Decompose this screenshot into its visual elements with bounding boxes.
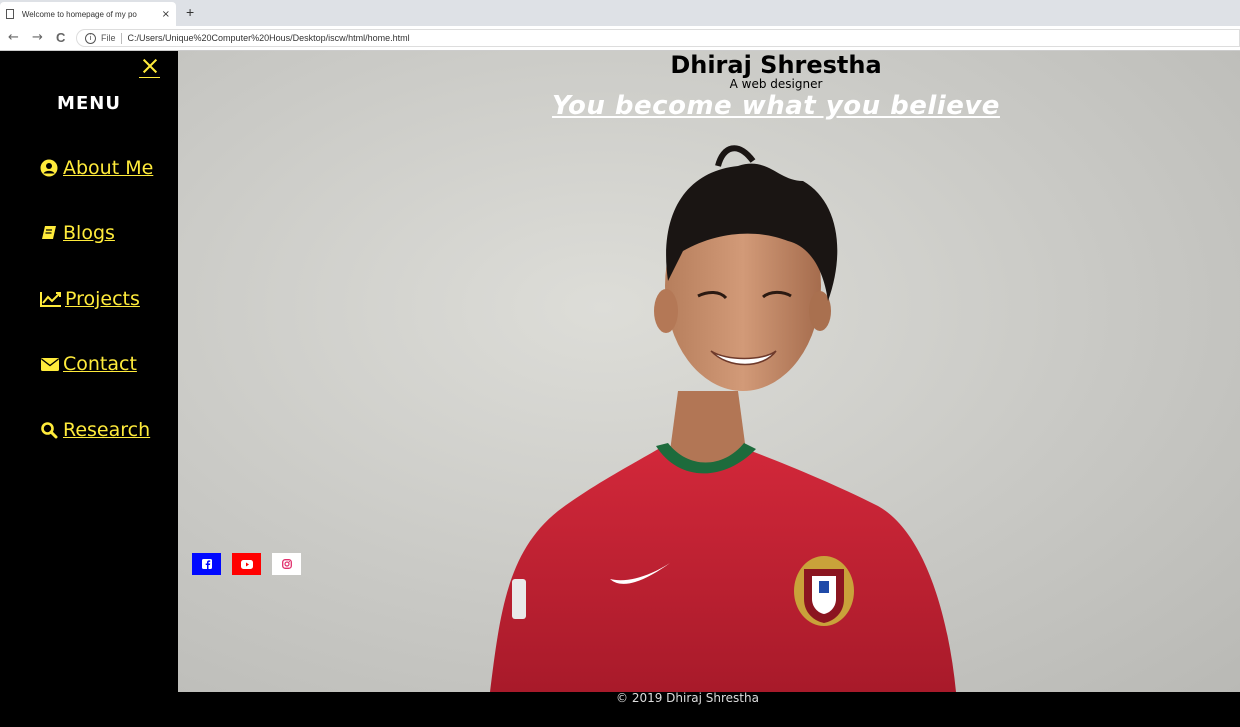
sidebar-item-projects[interactable]: Projects bbox=[40, 288, 140, 310]
url-text[interactable]: C:/Users/Unique%20Computer%20Hous/Deskto… bbox=[128, 33, 410, 43]
forward-button[interactable]: → bbox=[32, 30, 43, 45]
search-icon bbox=[41, 422, 58, 439]
copyright-text: © 2019 Dhiraj Shrestha bbox=[616, 691, 759, 705]
reload-button[interactable]: C bbox=[56, 30, 65, 45]
instagram-icon bbox=[281, 559, 292, 569]
tagline-link[interactable]: You become what you believe bbox=[178, 91, 1240, 121]
sidebar-item-label: Contact bbox=[63, 353, 137, 375]
sidebar-menu: MENU About Me Blogs Projects Contact Res… bbox=[0, 51, 178, 692]
browser-tab-bar: Welcome to homepage of my po × + bbox=[0, 0, 1240, 26]
book-icon bbox=[42, 226, 56, 239]
line-chart-icon bbox=[40, 292, 61, 307]
envelope-icon bbox=[41, 358, 59, 371]
page-icon bbox=[6, 9, 14, 19]
sidebar-item-research[interactable]: Research bbox=[40, 419, 150, 441]
facebook-button[interactable] bbox=[192, 553, 221, 575]
page-title: Dhiraj Shrestha bbox=[670, 51, 882, 79]
portrait-photo bbox=[490, 145, 956, 692]
page-subtitle: A web designer bbox=[729, 77, 823, 91]
sidebar-item-label: Projects bbox=[65, 288, 140, 310]
sidebar-item-blogs[interactable]: Blogs bbox=[40, 222, 115, 244]
youtube-button[interactable] bbox=[232, 553, 261, 575]
menu-title: MENU bbox=[57, 93, 121, 114]
instagram-button[interactable] bbox=[272, 553, 301, 575]
sidebar-item-label: Research bbox=[63, 419, 151, 441]
page: MENU About Me Blogs Projects Contact Res… bbox=[0, 51, 1240, 727]
address-bar: ← → C i File C:/Users/Unique%20Computer%… bbox=[0, 26, 1240, 51]
separator bbox=[120, 32, 122, 44]
youtube-icon bbox=[240, 559, 253, 569]
hero-section: Dhiraj Shrestha A web designer You becom… bbox=[178, 51, 1240, 692]
browser-tab[interactable]: Welcome to homepage of my po × bbox=[0, 2, 176, 26]
user-circle-icon bbox=[40, 159, 58, 177]
back-button[interactable]: ← bbox=[8, 30, 19, 45]
footer: © 2019 Dhiraj Shrestha bbox=[178, 691, 1240, 727]
tab-title: Welcome to homepage of my po bbox=[21, 9, 137, 19]
info-icon[interactable]: i bbox=[85, 32, 96, 44]
portugal-crest bbox=[794, 556, 854, 626]
tab-close-icon[interactable]: × bbox=[162, 9, 170, 20]
sidebar-item-contact[interactable]: Contact bbox=[40, 353, 137, 375]
file-scheme-label: File bbox=[101, 33, 116, 43]
sidebar-item-about-me[interactable]: About Me bbox=[40, 157, 153, 179]
new-tab-button[interactable]: + bbox=[186, 4, 194, 20]
sidebar-item-label: Blogs bbox=[63, 222, 115, 244]
close-menu-icon[interactable] bbox=[139, 57, 161, 79]
facebook-icon bbox=[201, 559, 212, 569]
sidebar-item-label: About Me bbox=[63, 157, 154, 179]
url-input[interactable]: i File C:/Users/Unique%20Computer%20Hous… bbox=[76, 29, 1240, 47]
